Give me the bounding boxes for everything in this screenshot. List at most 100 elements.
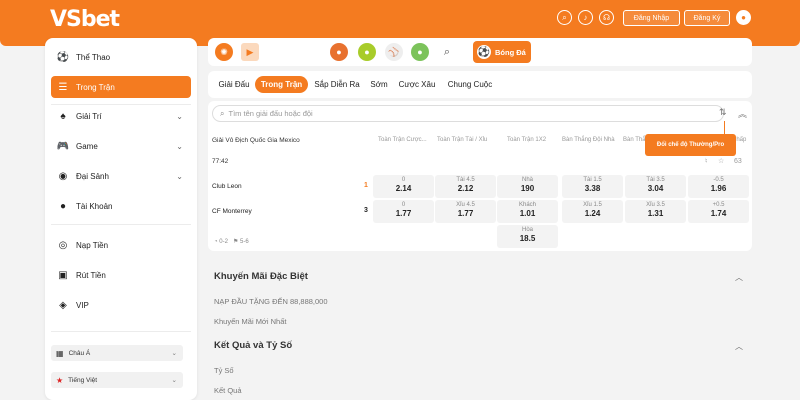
divider	[51, 331, 191, 332]
collapse-icon[interactable]: ︽	[738, 107, 747, 120]
vip-icon: ◈	[59, 299, 67, 311]
sidebar-item-vip[interactable]: ◈ VIP	[51, 294, 191, 316]
chevron-down-icon: ⌄	[171, 377, 177, 384]
results-item[interactable]: Tỷ Số	[214, 366, 234, 375]
sidebar: ⚽ Thể Thao ☰ Trong Trận ♠ Giải Trí ⌄ 🎮 G…	[45, 38, 197, 400]
chevron-down-icon: ⌄	[176, 171, 183, 181]
live-icon: ☰	[58, 81, 68, 93]
region-select[interactable]: ▦ Châu Á ⌄	[51, 345, 183, 361]
corner-stat: 0-2	[219, 239, 228, 245]
search-icon[interactable]: ⌕	[438, 43, 456, 61]
login-button[interactable]: Đăng Nhập	[623, 10, 680, 26]
sport-soccer-tab[interactable]: ⚽ Bóng Đá	[473, 41, 531, 63]
withdraw-icon: ▣	[58, 269, 68, 281]
chevron-down-icon: ⌄	[176, 111, 183, 121]
headset-icon[interactable]: ☊	[599, 10, 614, 25]
sport-hot-icon[interactable]: ✺	[215, 43, 233, 61]
tab-tournaments[interactable]: Giải Đấu	[217, 76, 251, 93]
sidebar-item-live[interactable]: ☰ Trong Trận	[51, 76, 191, 98]
odd-button[interactable]: Khách 1.01	[497, 200, 558, 223]
chevron-up-icon[interactable]: ︿	[735, 341, 743, 352]
odd-button[interactable]: 0 1.77	[373, 200, 434, 223]
sidebar-item-label: Trong Trận	[76, 82, 115, 92]
sport-play-icon[interactable]: ▶	[241, 43, 259, 61]
region-select-value: Châu Á	[68, 349, 91, 357]
odd-button[interactable]: +0.5 1.74	[688, 200, 749, 223]
sidebar-item-entertainment[interactable]: ♠ Giải Trí ⌄	[51, 105, 191, 127]
chevron-up-icon[interactable]: ︿	[735, 272, 743, 283]
odd-button[interactable]: Xỉu 4.5 1.77	[435, 200, 496, 223]
register-button[interactable]: Đăng Ký	[684, 10, 730, 26]
corner-icon: ◔	[214, 239, 218, 245]
extra-stat: 5-6	[240, 239, 249, 245]
sidebar-item-account[interactable]: ● Tài Khoản	[51, 195, 191, 217]
promo-section-title[interactable]: Khuyến Mãi Đặc Biệt	[214, 271, 308, 282]
column-header: Toàn Trận Cược...	[378, 137, 427, 143]
star-icon[interactable]: ☆	[718, 157, 724, 165]
results-section-title[interactable]: Kết Quả và Tỷ Số	[214, 340, 292, 351]
sidebar-item-label: Thể Thao	[76, 52, 111, 62]
flag-icon: ⚑	[232, 239, 239, 245]
sidebar-item-lobby[interactable]: ◉ Đại Sảnh ⌄	[51, 165, 191, 187]
column-header: Toàn Trận 1X2	[507, 137, 547, 143]
spade-icon: ♠	[60, 110, 66, 122]
chevron-down-icon: ⌄	[176, 141, 183, 151]
odd-button[interactable]: Tài 3.5 3.04	[625, 175, 686, 198]
sidebar-item-label: Rút Tiền	[76, 270, 106, 280]
basketball-icon[interactable]: ●	[330, 43, 348, 61]
away-score: 3	[364, 207, 368, 214]
sidebar-item-withdraw[interactable]: ▣ Rút Tiền	[51, 264, 191, 286]
bell-icon[interactable]: ♪	[578, 10, 593, 25]
chevron-down-icon: ⌄	[171, 350, 177, 357]
sport-active-label: Bóng Đá	[495, 47, 526, 57]
tab-upcoming[interactable]: Sắp Diễn Ra	[312, 76, 362, 93]
match-time: 77:42	[212, 158, 229, 165]
more-markets-count[interactable]: 63	[734, 158, 742, 165]
search-placeholder: Tìm tên giải đấu hoặc đội	[228, 109, 313, 118]
search-field[interactable]: ⌕ Tìm tên giải đấu hoặc đội	[212, 105, 724, 122]
deposit-icon: ◎	[58, 239, 68, 251]
tab-live[interactable]: Trong Trận	[255, 76, 308, 93]
language-select-value: Tiếng Việt	[68, 376, 98, 384]
flag-icon: ★	[56, 375, 64, 385]
region-icon: ▦	[56, 348, 64, 358]
results-item[interactable]: Kết Quả	[214, 386, 242, 395]
tab-outright[interactable]: Chung Cuộc	[445, 76, 495, 93]
user-icon[interactable]: ●	[736, 10, 751, 25]
search-icon: ⌕	[220, 108, 225, 118]
odd-button[interactable]: 0 2.14	[373, 175, 434, 198]
tennis-ball-icon[interactable]: ●	[358, 43, 376, 61]
odd-button[interactable]: -0.5 1.96	[688, 175, 749, 198]
sidebar-item-deposit[interactable]: ◎ Nạp Tiền	[51, 234, 191, 256]
match-panel: ⌕ Tìm tên giải đấu hoặc đội ⇅ ︽ Giải Vô …	[208, 101, 752, 251]
mode-toggle-tooltip[interactable]: Đổi chế độ Thường/Pro	[645, 134, 736, 156]
odd-button[interactable]: Tài 4.5 2.12	[435, 175, 496, 198]
divider	[51, 224, 191, 225]
sidebar-item-game[interactable]: 🎮 Game ⌄	[51, 135, 191, 157]
soccer-ball-icon: ⚽	[56, 51, 70, 63]
promo-item[interactable]: NẠP ĐẦU TẶNG ĐẾN 88,888,000	[214, 297, 328, 306]
odd-button[interactable]: Hòa 18.5	[497, 225, 558, 248]
odd-button[interactable]: Tài 1.5 3.38	[562, 175, 623, 198]
odd-button[interactable]: Xỉu 1.5 1.24	[562, 200, 623, 223]
search-icon[interactable]: ⌕	[557, 10, 572, 25]
tab-bar: Giải Đấu Trong Trận Sắp Diễn Ra Sớm Cược…	[208, 71, 752, 98]
sort-icon[interactable]: ⇅	[719, 107, 727, 118]
language-select[interactable]: ★ Tiếng Việt ⌄	[51, 372, 183, 388]
sidebar-item-label: VIP	[76, 300, 89, 310]
match-stats: ◔ 0-2 ⚑ 5-6	[214, 238, 249, 245]
league-name: Giải Vô Địch Quốc Gia Mexico	[212, 137, 300, 144]
tab-early[interactable]: Sớm	[368, 76, 390, 93]
column-header: Bàn Thắng Đội Nhà	[562, 137, 615, 143]
baseball-icon[interactable]: ⚾	[385, 43, 403, 61]
sidebar-item-sports[interactable]: ⚽ Thể Thao	[51, 46, 191, 68]
sidebar-item-label: Tài Khoản	[76, 201, 113, 211]
promo-item[interactable]: Khuyến Mãi Mới Nhất	[214, 317, 286, 326]
vsbet-logo[interactable]: VSbet	[50, 7, 120, 32]
mic-icon[interactable]: ♮	[705, 157, 708, 165]
sidebar-item-label: Giải Trí	[76, 111, 102, 121]
tab-parlay[interactable]: Cược Xâu	[397, 76, 437, 93]
esports-icon[interactable]: ●	[411, 43, 429, 61]
odd-button[interactable]: Nhà 190	[497, 175, 558, 198]
odd-button[interactable]: Xỉu 3.5 1.31	[625, 200, 686, 223]
